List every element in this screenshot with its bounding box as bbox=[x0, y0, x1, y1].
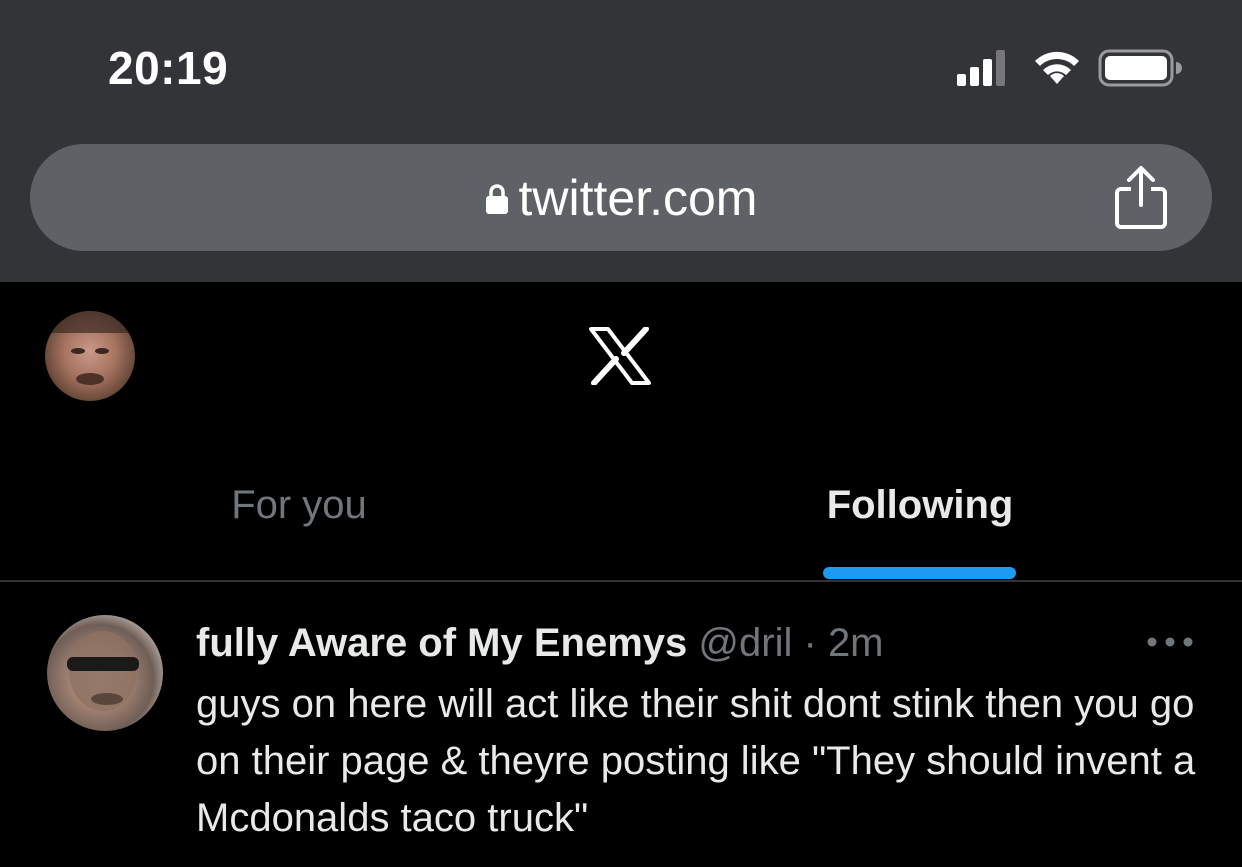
cellular-signal-icon bbox=[957, 50, 1005, 86]
browser-chrome: 20:19 twitter.com bbox=[0, 0, 1242, 282]
tweet-header: fully Aware of My Enemys @dril · 2m bbox=[196, 618, 884, 668]
tweet-text: guys on here will act like their shit do… bbox=[196, 682, 1196, 840]
tab-following[interactable]: Following bbox=[760, 470, 1080, 540]
tabs-divider bbox=[0, 580, 1242, 582]
x-logo-icon[interactable] bbox=[589, 327, 651, 385]
tweet-separator: · bbox=[803, 621, 817, 665]
battery-icon bbox=[1098, 49, 1182, 87]
share-icon[interactable] bbox=[1111, 165, 1171, 231]
lock-icon bbox=[485, 183, 508, 214]
tweet-timestamp[interactable]: 2m bbox=[828, 621, 884, 665]
url-text: twitter.com bbox=[518, 169, 758, 226]
profile-avatar[interactable] bbox=[45, 311, 135, 401]
page: 20:19 twitter.com For you Following full… bbox=[0, 0, 1242, 867]
status-time: 20:19 bbox=[108, 42, 229, 94]
tab-for-you[interactable]: For you bbox=[140, 470, 458, 540]
tweet-author-avatar[interactable] bbox=[47, 615, 163, 731]
active-tab-indicator bbox=[823, 567, 1016, 579]
tweet-author-handle[interactable]: @dril bbox=[698, 621, 792, 665]
tweet-author-name[interactable]: fully Aware of My Enemys bbox=[196, 621, 687, 665]
wifi-icon bbox=[1035, 51, 1079, 84]
more-dots-icon[interactable] bbox=[1146, 632, 1194, 652]
address-bar[interactable]: twitter.com bbox=[30, 144, 1212, 251]
